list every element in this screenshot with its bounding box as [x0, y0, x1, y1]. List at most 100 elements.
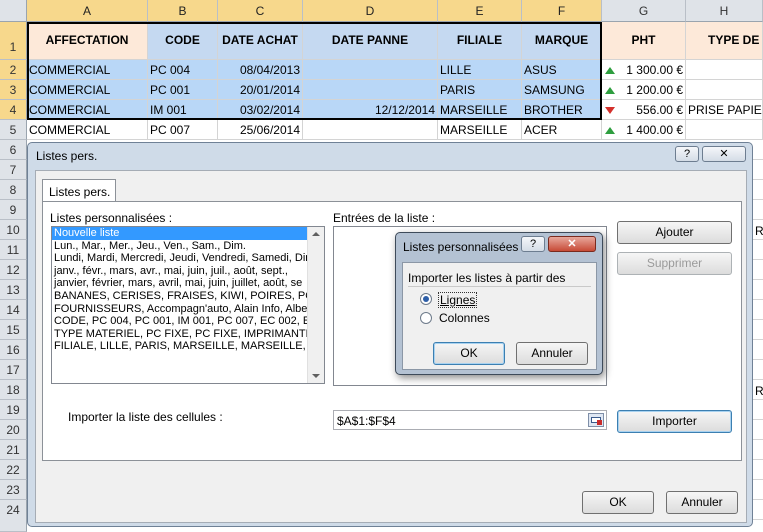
list-item[interactable]: Nouvelle liste: [52, 227, 308, 240]
row-header-12[interactable]: 12: [0, 260, 27, 280]
column-header-d[interactable]: D: [303, 0, 438, 22]
row-header-5[interactable]: 5: [0, 120, 27, 140]
cell-h4[interactable]: PRISE PAPIER: [686, 100, 763, 120]
list-item[interactable]: FILIALE, LILLE, PARIS, MARSEILLE, MARSEI…: [52, 340, 308, 353]
row-header-14[interactable]: 14: [0, 300, 27, 320]
tab-label: Listes pers.: [49, 185, 111, 199]
add-button[interactable]: Ajouter: [617, 221, 732, 244]
import-from-label: Importer les listes à partir des: [408, 271, 566, 285]
subdialog-close-button[interactable]: ✕: [548, 236, 596, 252]
row-header-19[interactable]: 19: [0, 400, 27, 420]
trend-up-icon: [605, 127, 615, 134]
custom-lists-listbox[interactable]: Nouvelle liste Lun., Mar., Mer., Jeu., V…: [51, 226, 325, 384]
cell-a5[interactable]: COMMERCIAL: [27, 120, 148, 140]
list-item[interactable]: TYPE MATERIEL, PC FIXE, PC FIXE, IMPRIMA…: [52, 328, 308, 341]
cell-g5[interactable]: 1 400.00 €: [602, 120, 686, 140]
subdialog-cancel-button[interactable]: Annuler: [516, 342, 588, 365]
subdialog-help-button[interactable]: ?: [521, 236, 545, 252]
scroll-up-icon[interactable]: [312, 232, 320, 236]
close-button[interactable]: ✕: [702, 146, 746, 162]
column-header-b[interactable]: B: [148, 0, 218, 22]
scroll-down-icon[interactable]: [312, 374, 320, 378]
row-header-15[interactable]: 15: [0, 320, 27, 340]
row-header-2[interactable]: 2: [0, 60, 27, 80]
row-header-10[interactable]: 10: [0, 220, 27, 240]
add-button-label: Ajouter: [655, 225, 694, 239]
select-all-corner[interactable]: [0, 0, 27, 22]
rows-label-text: Lignes: [440, 293, 476, 307]
row-header-7[interactable]: 7: [0, 160, 27, 180]
cell-g1[interactable]: PHT: [602, 22, 686, 60]
list-item[interactable]: Lundi, Mardi, Mercredi, Jeudi, Vendredi,…: [52, 252, 308, 265]
radio-columns[interactable]: [420, 312, 432, 324]
column-header-e[interactable]: E: [438, 0, 522, 22]
cell-value: 1 300.00 €: [626, 63, 683, 77]
cell-b5[interactable]: PC 007: [148, 120, 218, 140]
row-header-21[interactable]: 21: [0, 440, 27, 460]
range-picker-icon[interactable]: [588, 413, 604, 427]
row-header-4[interactable]: 4: [0, 100, 27, 120]
row-header-22[interactable]: 22: [0, 460, 27, 480]
row-header-17[interactable]: 17: [0, 360, 27, 380]
tab-page: Listes personnalisées : Entrées de la li…: [42, 201, 742, 461]
row-header-16[interactable]: 16: [0, 340, 27, 360]
cell-g3[interactable]: 1 200.00 €: [602, 80, 686, 100]
list-item[interactable]: janvier, février, mars, avril, mai, juin…: [52, 277, 308, 290]
dialog-body: Listes pers. Listes personnalisées : Ent…: [35, 170, 747, 523]
cell-h18-fragment: R: [755, 384, 763, 398]
trend-down-icon: [605, 107, 615, 114]
cell-g2[interactable]: 1 300.00 €: [602, 60, 686, 80]
radio-columns-label[interactable]: Colonnes: [439, 311, 490, 325]
row-header-13[interactable]: 13: [0, 280, 27, 300]
row-header-8[interactable]: 8: [0, 180, 27, 200]
delete-button[interactable]: Supprimer: [617, 252, 732, 275]
row-header-18[interactable]: 18: [0, 380, 27, 400]
column-header-c[interactable]: C: [218, 0, 303, 22]
trend-up-icon: [605, 87, 615, 94]
cell-d5[interactable]: [303, 120, 438, 140]
column-header-a[interactable]: A: [27, 0, 148, 22]
tab-listes-pers[interactable]: Listes pers.: [42, 179, 116, 202]
row-header-24[interactable]: 24: [0, 500, 27, 532]
column-header-f[interactable]: F: [522, 0, 602, 22]
column-header-g[interactable]: G: [602, 0, 686, 22]
radio-rows[interactable]: [420, 293, 432, 305]
column-header-h[interactable]: H: [686, 0, 763, 22]
row-header-1[interactable]: 1: [0, 22, 27, 60]
close-icon: ✕: [719, 148, 729, 160]
cell-value: 556.00 €: [636, 103, 683, 117]
cell-h3[interactable]: [686, 80, 763, 100]
cell-c5[interactable]: 25/06/2014: [218, 120, 303, 140]
list-item[interactable]: janv., févr., mars, avr., mai, juin, jui…: [52, 265, 308, 278]
cell-h5[interactable]: [686, 120, 763, 140]
import-button[interactable]: Importer: [617, 410, 732, 433]
help-button[interactable]: ?: [675, 146, 699, 162]
import-range-input[interactable]: $A$1:$F$4: [333, 410, 607, 430]
dialog-title: Listes pers.: [36, 149, 98, 163]
import-range-value: $A$1:$F$4: [337, 414, 396, 428]
subdialog-title: Listes personnalisées: [403, 240, 519, 254]
row-header-20[interactable]: 20: [0, 420, 27, 440]
cell-f5[interactable]: ACER: [522, 120, 602, 140]
import-cells-label: Importer la liste des cellules :: [68, 410, 223, 424]
radio-rows-label[interactable]: Lignes: [438, 292, 478, 308]
row-header-23[interactable]: 23: [0, 480, 27, 500]
cell-g4[interactable]: 556.00 €: [602, 100, 686, 120]
row-header-11[interactable]: 11: [0, 240, 27, 260]
vertical-scrollbar[interactable]: [307, 227, 324, 383]
cell-e5[interactable]: MARSEILLE: [438, 120, 522, 140]
row-header-3[interactable]: 3: [0, 80, 27, 100]
list-item[interactable]: FOURNISSEURS, Accompagn'auto, Alain Info…: [52, 303, 308, 316]
list-item[interactable]: BANANES, CERISES, FRAISES, KIWI, POIRES,…: [52, 290, 308, 303]
custom-lists-label: Listes personnalisées :: [50, 211, 173, 225]
subdialog-body: Importer les listes à partir des Lignes …: [402, 262, 597, 370]
subdialog-ok-button[interactable]: OK: [433, 342, 505, 365]
ok-button[interactable]: OK: [582, 491, 654, 514]
row-header-9[interactable]: 9: [0, 200, 27, 220]
list-item[interactable]: Lun., Mar., Mer., Jeu., Ven., Sam., Dim.: [52, 240, 308, 253]
row-header-6[interactable]: 6: [0, 140, 27, 160]
cell-h2[interactable]: [686, 60, 763, 80]
cancel-button[interactable]: Annuler: [666, 491, 738, 514]
list-item[interactable]: CODE, PC 004, PC 001, IM 001, PC 007, EC…: [52, 315, 308, 328]
cell-h1[interactable]: TYPE DE P: [686, 22, 763, 60]
